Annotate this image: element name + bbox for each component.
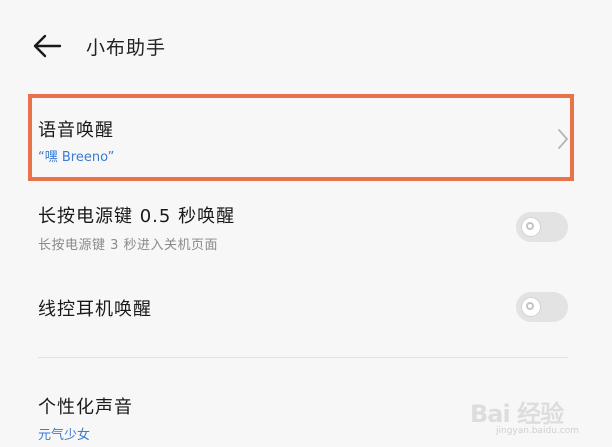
voice-wakeup-title: 语音唤醒 (38, 120, 114, 141)
back-button[interactable] (32, 33, 62, 59)
power-key-wakeup-row: 长按电源键 0.5 秒唤醒 长按电源键 3 秒进入关机页面 (0, 192, 612, 262)
personalized-voice-subtitle: 元气少女 (38, 428, 91, 443)
header-bar: 小布助手 (0, 0, 612, 90)
personalized-voice-title: 个性化声音 (38, 397, 133, 418)
voice-wakeup-row[interactable]: 语音唤醒 “嘿 Breeno” (0, 94, 612, 181)
toggle-knob (521, 297, 541, 317)
power-key-wakeup-title: 长按电源键 0.5 秒唤醒 (38, 206, 236, 227)
watermark-logo: Bai 经验 (470, 400, 564, 428)
chevron-right-icon (558, 129, 568, 149)
back-arrow-icon (33, 34, 62, 58)
section-divider (38, 357, 568, 358)
power-key-wakeup-toggle[interactable] (516, 212, 568, 242)
headset-wakeup-row: 线控耳机唤醒 (0, 280, 612, 340)
voice-wakeup-subtitle: “嘿 Breeno” (38, 150, 115, 165)
toggle-knob (521, 217, 541, 237)
watermark-url: jingyan.baidu.com (496, 426, 580, 436)
headset-wakeup-toggle[interactable] (516, 292, 568, 322)
watermark: Bai 经验 jingyan.baidu.com (470, 392, 610, 444)
headset-wakeup-title: 线控耳机唤醒 (38, 299, 152, 320)
page-title: 小布助手 (86, 37, 167, 59)
power-key-wakeup-subtitle: 长按电源键 3 秒进入关机页面 (38, 238, 219, 253)
